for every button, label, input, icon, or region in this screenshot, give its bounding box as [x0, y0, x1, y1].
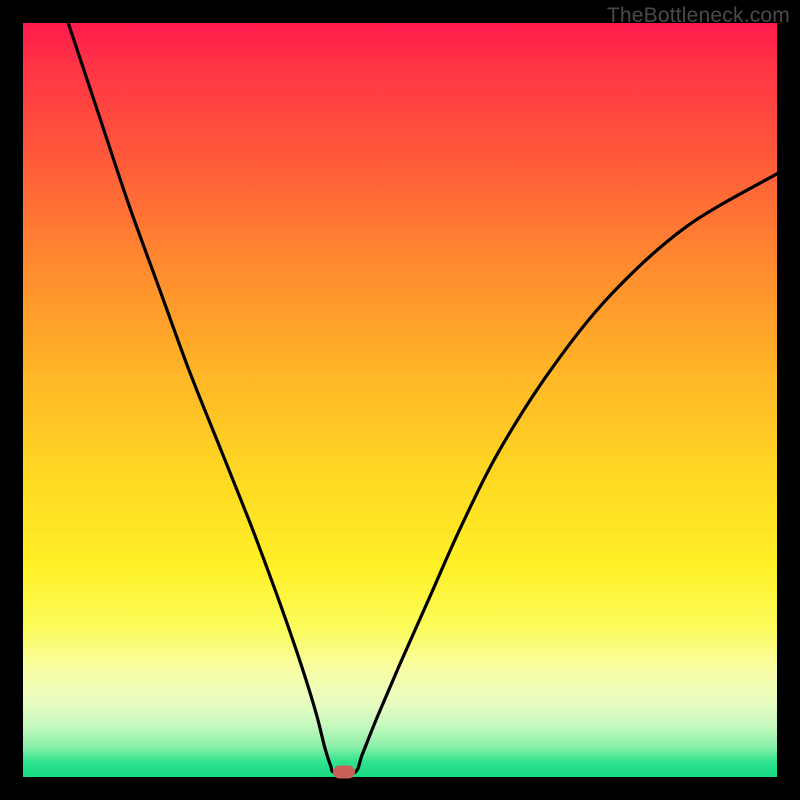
optimal-point-marker	[333, 766, 355, 779]
chart-frame: TheBottleneck.com	[0, 0, 800, 800]
plot-area	[23, 23, 777, 777]
watermark-text: TheBottleneck.com	[607, 4, 790, 28]
